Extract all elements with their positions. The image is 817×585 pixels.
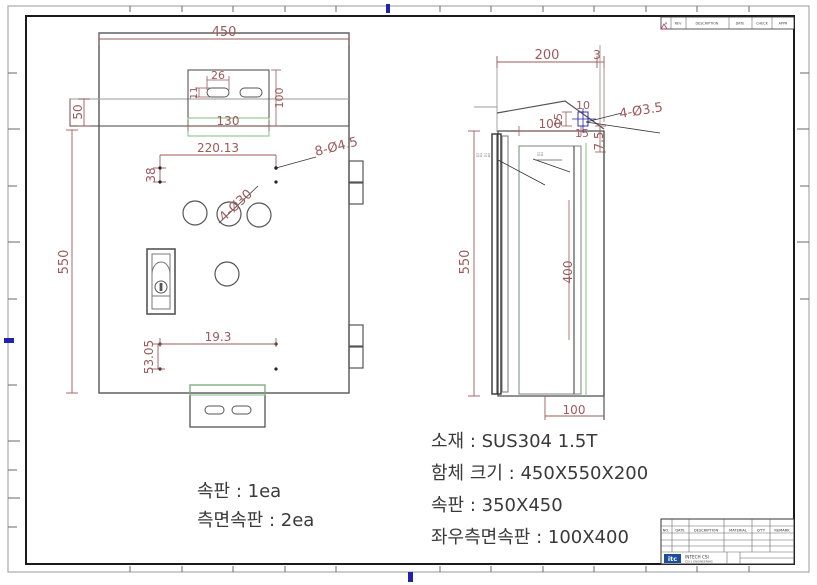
dim-text-400: 400 xyxy=(561,261,575,284)
leader-8-dia4-5 xyxy=(274,156,317,170)
th-date: DATE xyxy=(675,529,685,533)
th-no: NO. xyxy=(663,529,670,533)
rev-col-appr: APPR xyxy=(779,22,788,26)
top-strip xyxy=(69,98,350,127)
side-section-view xyxy=(468,45,661,420)
dim-text-7-5: 7.5 xyxy=(592,131,606,150)
note-left-line1: 속판 : 1ea xyxy=(197,481,281,502)
dim-text-100-slot: 100 xyxy=(273,88,286,109)
dim-220-13 xyxy=(159,154,277,168)
th-material: MATERIAL xyxy=(729,529,747,533)
dim-text-19-3: 19.3 xyxy=(205,330,232,344)
logo-text: itc xyxy=(668,555,677,563)
svg-text:⠿⠿ ⠿⠿: ⠿⠿ ⠿⠿ xyxy=(476,153,491,159)
spec-note-side-plates: 좌우측면속판 : 100X400 xyxy=(431,527,629,548)
dim-3 xyxy=(597,56,605,122)
revision-block: A REV DESCRIPTION DATE CHECK APPR xyxy=(660,16,795,30)
th-qty: Q'TY xyxy=(757,529,766,533)
callout-4-dia3-5: 4-Ø3.5 xyxy=(618,100,664,122)
dim-text-220-13: 220.13 xyxy=(197,141,239,155)
th-remark: REMARK xyxy=(774,529,790,533)
margin-ticks-bottom xyxy=(129,566,750,572)
dim-text-550-front: 550 xyxy=(57,250,72,275)
margin-ticks-left xyxy=(8,72,20,528)
dim-text-26: 26 xyxy=(211,69,225,82)
center-mark-left xyxy=(4,338,14,343)
dimension-text-vertical-group: 50 550 100 11 38 53.05 550 400 7.5 15 xyxy=(57,87,606,375)
margin-ticks-right xyxy=(797,72,809,300)
dim-text-15b: 15 xyxy=(575,127,589,140)
spec-note-inner-plate: 속판 : 350X450 xyxy=(431,495,563,516)
margin-ticks-top xyxy=(129,6,750,12)
svg-text:⠿⠿: ⠿⠿ xyxy=(537,152,544,158)
bottom-bracket xyxy=(189,384,266,428)
th-description: DESCRIPTION xyxy=(694,529,719,533)
callout-8-dia4-5: 8-Ø4.5 xyxy=(313,135,359,160)
center-mark-bottom xyxy=(408,572,413,582)
door-inner-plate xyxy=(501,135,509,393)
spec-note-material: 소재 : SUS304 1.5T xyxy=(431,431,598,452)
note-left-line2: 측면속판 : 2ea xyxy=(197,510,314,531)
rev-col-check: CHECK xyxy=(756,22,768,26)
cad-drawing-canvas: 450 26 130 220.13 19.3 200 3 100 100 10 … xyxy=(4,4,810,582)
dim-text-100-bottom: 100 xyxy=(563,403,586,417)
enclosure-outline xyxy=(497,130,605,397)
oval-slot-left xyxy=(206,87,230,98)
dim-text-10: 10 xyxy=(576,99,590,112)
sheet-border xyxy=(25,15,795,565)
dim-text-15a: 15 xyxy=(552,113,565,127)
dim-text-550-side: 550 xyxy=(458,250,473,275)
dim-text-130: 130 xyxy=(217,114,240,128)
dim-text-200: 200 xyxy=(535,48,560,63)
spec-note-enclosure-size: 함체 크기 : 450X550X200 xyxy=(431,463,648,484)
front-panel-view xyxy=(66,32,364,428)
dim-text-50: 50 xyxy=(71,104,85,119)
company-sub: CSI-1 ENGINEERING xyxy=(685,560,713,564)
dim-text-3: 3 xyxy=(593,48,601,62)
dim-text-38: 38 xyxy=(144,167,158,182)
rev-col-desc: DESCRIPTION xyxy=(696,22,719,26)
oval-slot-right xyxy=(239,87,263,98)
dim-text-53-05: 53.05 xyxy=(142,340,156,374)
sheet-trim-frame xyxy=(7,5,810,573)
rev-col-date: DATE xyxy=(736,22,745,26)
dimension-text-group: 450 26 130 220.13 19.3 200 3 100 100 10 … xyxy=(197,25,601,417)
inner-leader-2 xyxy=(497,159,546,186)
dim-text-11: 11 xyxy=(189,87,200,100)
rev-col-rev: REV xyxy=(675,22,682,26)
lock-handle xyxy=(146,248,176,315)
callout-4-dia30: 4-Ø30 xyxy=(216,187,255,225)
drawing-sheet: 450 26 130 220.13 19.3 200 3 100 100 10 … xyxy=(0,0,817,585)
hinge-tabs xyxy=(348,160,364,369)
title-block: NO. DATE DESCRIPTION MATERIAL Q'TY REMAR… xyxy=(660,518,795,565)
inner-leader-1 xyxy=(532,158,571,173)
dim-text-450: 450 xyxy=(212,25,237,40)
center-mark-top xyxy=(386,4,390,13)
